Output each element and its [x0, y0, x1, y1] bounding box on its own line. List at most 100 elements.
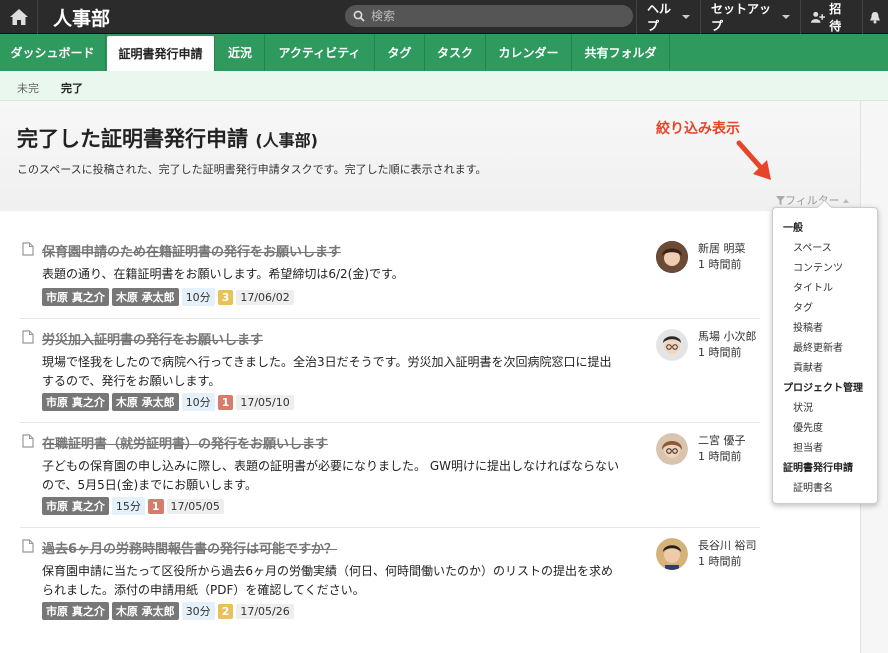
author-name[interactable]: 二宮 優子 — [698, 433, 746, 449]
chevron-down-icon — [682, 15, 690, 19]
document-icon — [22, 434, 34, 448]
add-user-icon — [811, 11, 826, 23]
author-name[interactable]: 長谷川 裕司 — [698, 538, 757, 554]
tab-calendar[interactable]: カレンダー — [486, 34, 572, 71]
filter-option-author[interactable]: 投稿者 — [793, 319, 823, 334]
item-tags: 市原 真之介 15分 1 17/05/05 — [42, 497, 224, 515]
filter-option-contributor[interactable]: 貢献者 — [793, 359, 823, 374]
filter-heading-project: プロジェクト管理 — [783, 383, 863, 394]
chevron-down-icon — [782, 15, 790, 19]
tab-shared-folder[interactable]: 共有フォルダ — [572, 34, 670, 71]
filter-option-title[interactable]: タイトル — [793, 279, 833, 294]
assignee-tag[interactable]: 木原 承太郎 — [111, 602, 179, 620]
document-icon — [22, 539, 34, 553]
posted-time: 1 時間前 — [698, 450, 742, 463]
filter-option-certificate-name[interactable]: 証明書名 — [793, 479, 833, 494]
assignee-tag[interactable]: 市原 真之介 — [42, 602, 109, 620]
item-body: 子どもの保育園の申し込みに際し、表題の証明書が必要になりました。 GW明けに提出… — [42, 459, 619, 492]
tab-certificate-requests[interactable]: 証明書発行申請 — [107, 36, 215, 71]
posted-time: 1 時間前 — [698, 346, 742, 359]
tab-tasks[interactable]: タスク — [425, 34, 486, 71]
avatar[interactable] — [656, 329, 688, 361]
divider — [20, 318, 760, 319]
posted-time: 1 時間前 — [698, 555, 742, 568]
sub-nav: 未完 完了 — [0, 71, 888, 101]
priority-badge: 2 — [217, 603, 234, 619]
help-menu[interactable]: ヘルプ — [636, 0, 700, 34]
home-button[interactable] — [0, 0, 38, 34]
filter-option-status[interactable]: 状況 — [793, 399, 813, 414]
list-item: 在職証明書（就労証明書）の発行をお願いします 子どもの保育園の申し込みに際し、表… — [20, 433, 760, 515]
item-title-link[interactable]: 過去6ヶ月の労務時間報告書の発行は可能ですか？ — [42, 538, 337, 557]
priority-badge: 3 — [217, 289, 234, 305]
date-label: 17/06/02 — [236, 289, 294, 305]
author-info: 長谷川 裕司 1 時間前 — [698, 538, 757, 570]
author-name[interactable]: 新居 明菜 — [698, 241, 746, 257]
subnav-complete[interactable]: 完了 — [61, 80, 83, 96]
divider — [20, 422, 760, 423]
filter-option-content[interactable]: コンテンツ — [793, 259, 843, 274]
page-title-space: (人事部) — [255, 131, 318, 150]
search-box[interactable] — [345, 5, 633, 27]
tab-activity[interactable]: アクティビティ — [265, 34, 375, 71]
assignee-tag[interactable]: 市原 真之介 — [42, 288, 109, 306]
help-label: ヘルプ — [647, 2, 672, 33]
list-item: 過去6ヶ月の労務時間報告書の発行は可能ですか？ 保育園申請に当たって区役所から過… — [20, 538, 760, 620]
search-input[interactable] — [371, 9, 621, 23]
time-estimate: 10分 — [181, 288, 215, 306]
assignee-tag[interactable]: 木原 承太郎 — [111, 288, 179, 306]
search-icon — [353, 10, 365, 22]
tab-updates[interactable]: 近況 — [216, 34, 265, 71]
item-tags: 市原 真之介 木原 承太郎 10分 3 17/06/02 — [42, 288, 294, 306]
item-body: 保育園申請に当たって区役所から過去6ヶ月の労働実績（何日、何時間働いたのか）のリ… — [42, 564, 614, 597]
assignee-tag[interactable]: 市原 真之介 — [42, 497, 109, 515]
author-info: 馬場 小次郎 1 時間前 — [698, 329, 757, 361]
filter-dropdown: 一般 スペース コンテンツ タイトル タグ 投稿者 最終更新者 貢献者 プロジェ… — [772, 207, 878, 504]
notifications-button[interactable] — [862, 0, 888, 34]
item-body: 表題の通り、在籍証明書をお願いします。希望締切は6/2(金)です。 — [42, 267, 404, 281]
top-bar: 人事部 ヘルプ セットアップ 招待 — [0, 0, 888, 34]
avatar[interactable] — [656, 241, 688, 273]
item-body: 現場で怪我をしたので病院へ行ってきました。全治3日だそうです。労災加入証明書を次… — [42, 355, 612, 388]
filter-button[interactable]: フィルター — [776, 192, 849, 208]
assignee-tag[interactable]: 木原 承太郎 — [111, 393, 179, 411]
app-name[interactable]: 人事部 — [53, 4, 110, 31]
filter-option-tag[interactable]: タグ — [793, 299, 813, 314]
item-title-link[interactable]: 保育園申請のため在籍証明書の発行をお願いします — [42, 241, 341, 260]
author-info: 新居 明菜 1 時間前 — [698, 241, 746, 273]
date-label: 17/05/26 — [236, 603, 294, 619]
invite-label: 招待 — [829, 2, 842, 33]
assignee-tag[interactable]: 市原 真之介 — [42, 393, 109, 411]
bell-icon — [870, 11, 880, 23]
author-name[interactable]: 馬場 小次郎 — [698, 329, 757, 345]
time-estimate: 30分 — [181, 602, 215, 620]
setup-label: セットアップ — [711, 2, 772, 33]
avatar[interactable] — [656, 538, 688, 570]
annotation-arrow-icon — [736, 140, 771, 180]
time-estimate: 10分 — [181, 393, 215, 411]
posted-time: 1 時間前 — [698, 258, 742, 271]
avatar[interactable] — [656, 433, 688, 465]
date-label: 17/05/05 — [166, 498, 224, 514]
item-title-link[interactable]: 在職証明書（就労証明書）の発行をお願いします — [42, 433, 328, 452]
divider — [20, 527, 760, 528]
tab-dashboard[interactable]: ダッシュボード — [0, 34, 106, 71]
tab-bar: ダッシュボード 証明書発行申請 近況 アクティビティ タグ タスク カレンダー … — [0, 34, 888, 71]
chevron-up-icon — [842, 199, 849, 203]
date-label: 17/05/10 — [236, 394, 294, 410]
item-title-link[interactable]: 労災加入証明書の発行をお願いします — [42, 329, 263, 348]
filter-option-space[interactable]: スペース — [793, 239, 832, 254]
filter-option-last-updater[interactable]: 最終更新者 — [793, 339, 843, 354]
item-tags: 市原 真之介 木原 承太郎 10分 1 17/05/10 — [42, 393, 294, 411]
subnav-incomplete[interactable]: 未完 — [17, 80, 39, 96]
filter-heading-general: 一般 — [783, 223, 803, 234]
filter-option-assignee[interactable]: 担当者 — [793, 439, 823, 454]
tab-tags[interactable]: タグ — [375, 34, 425, 71]
author-info: 二宮 優子 1 時間前 — [698, 433, 746, 465]
priority-badge: 1 — [217, 394, 234, 410]
page-title-text: 完了した証明書発行申請 — [17, 127, 248, 151]
invite-button[interactable]: 招待 — [800, 0, 862, 34]
home-icon — [9, 9, 28, 25]
filter-option-priority[interactable]: 優先度 — [793, 419, 823, 434]
setup-menu[interactable]: セットアップ — [700, 0, 800, 34]
